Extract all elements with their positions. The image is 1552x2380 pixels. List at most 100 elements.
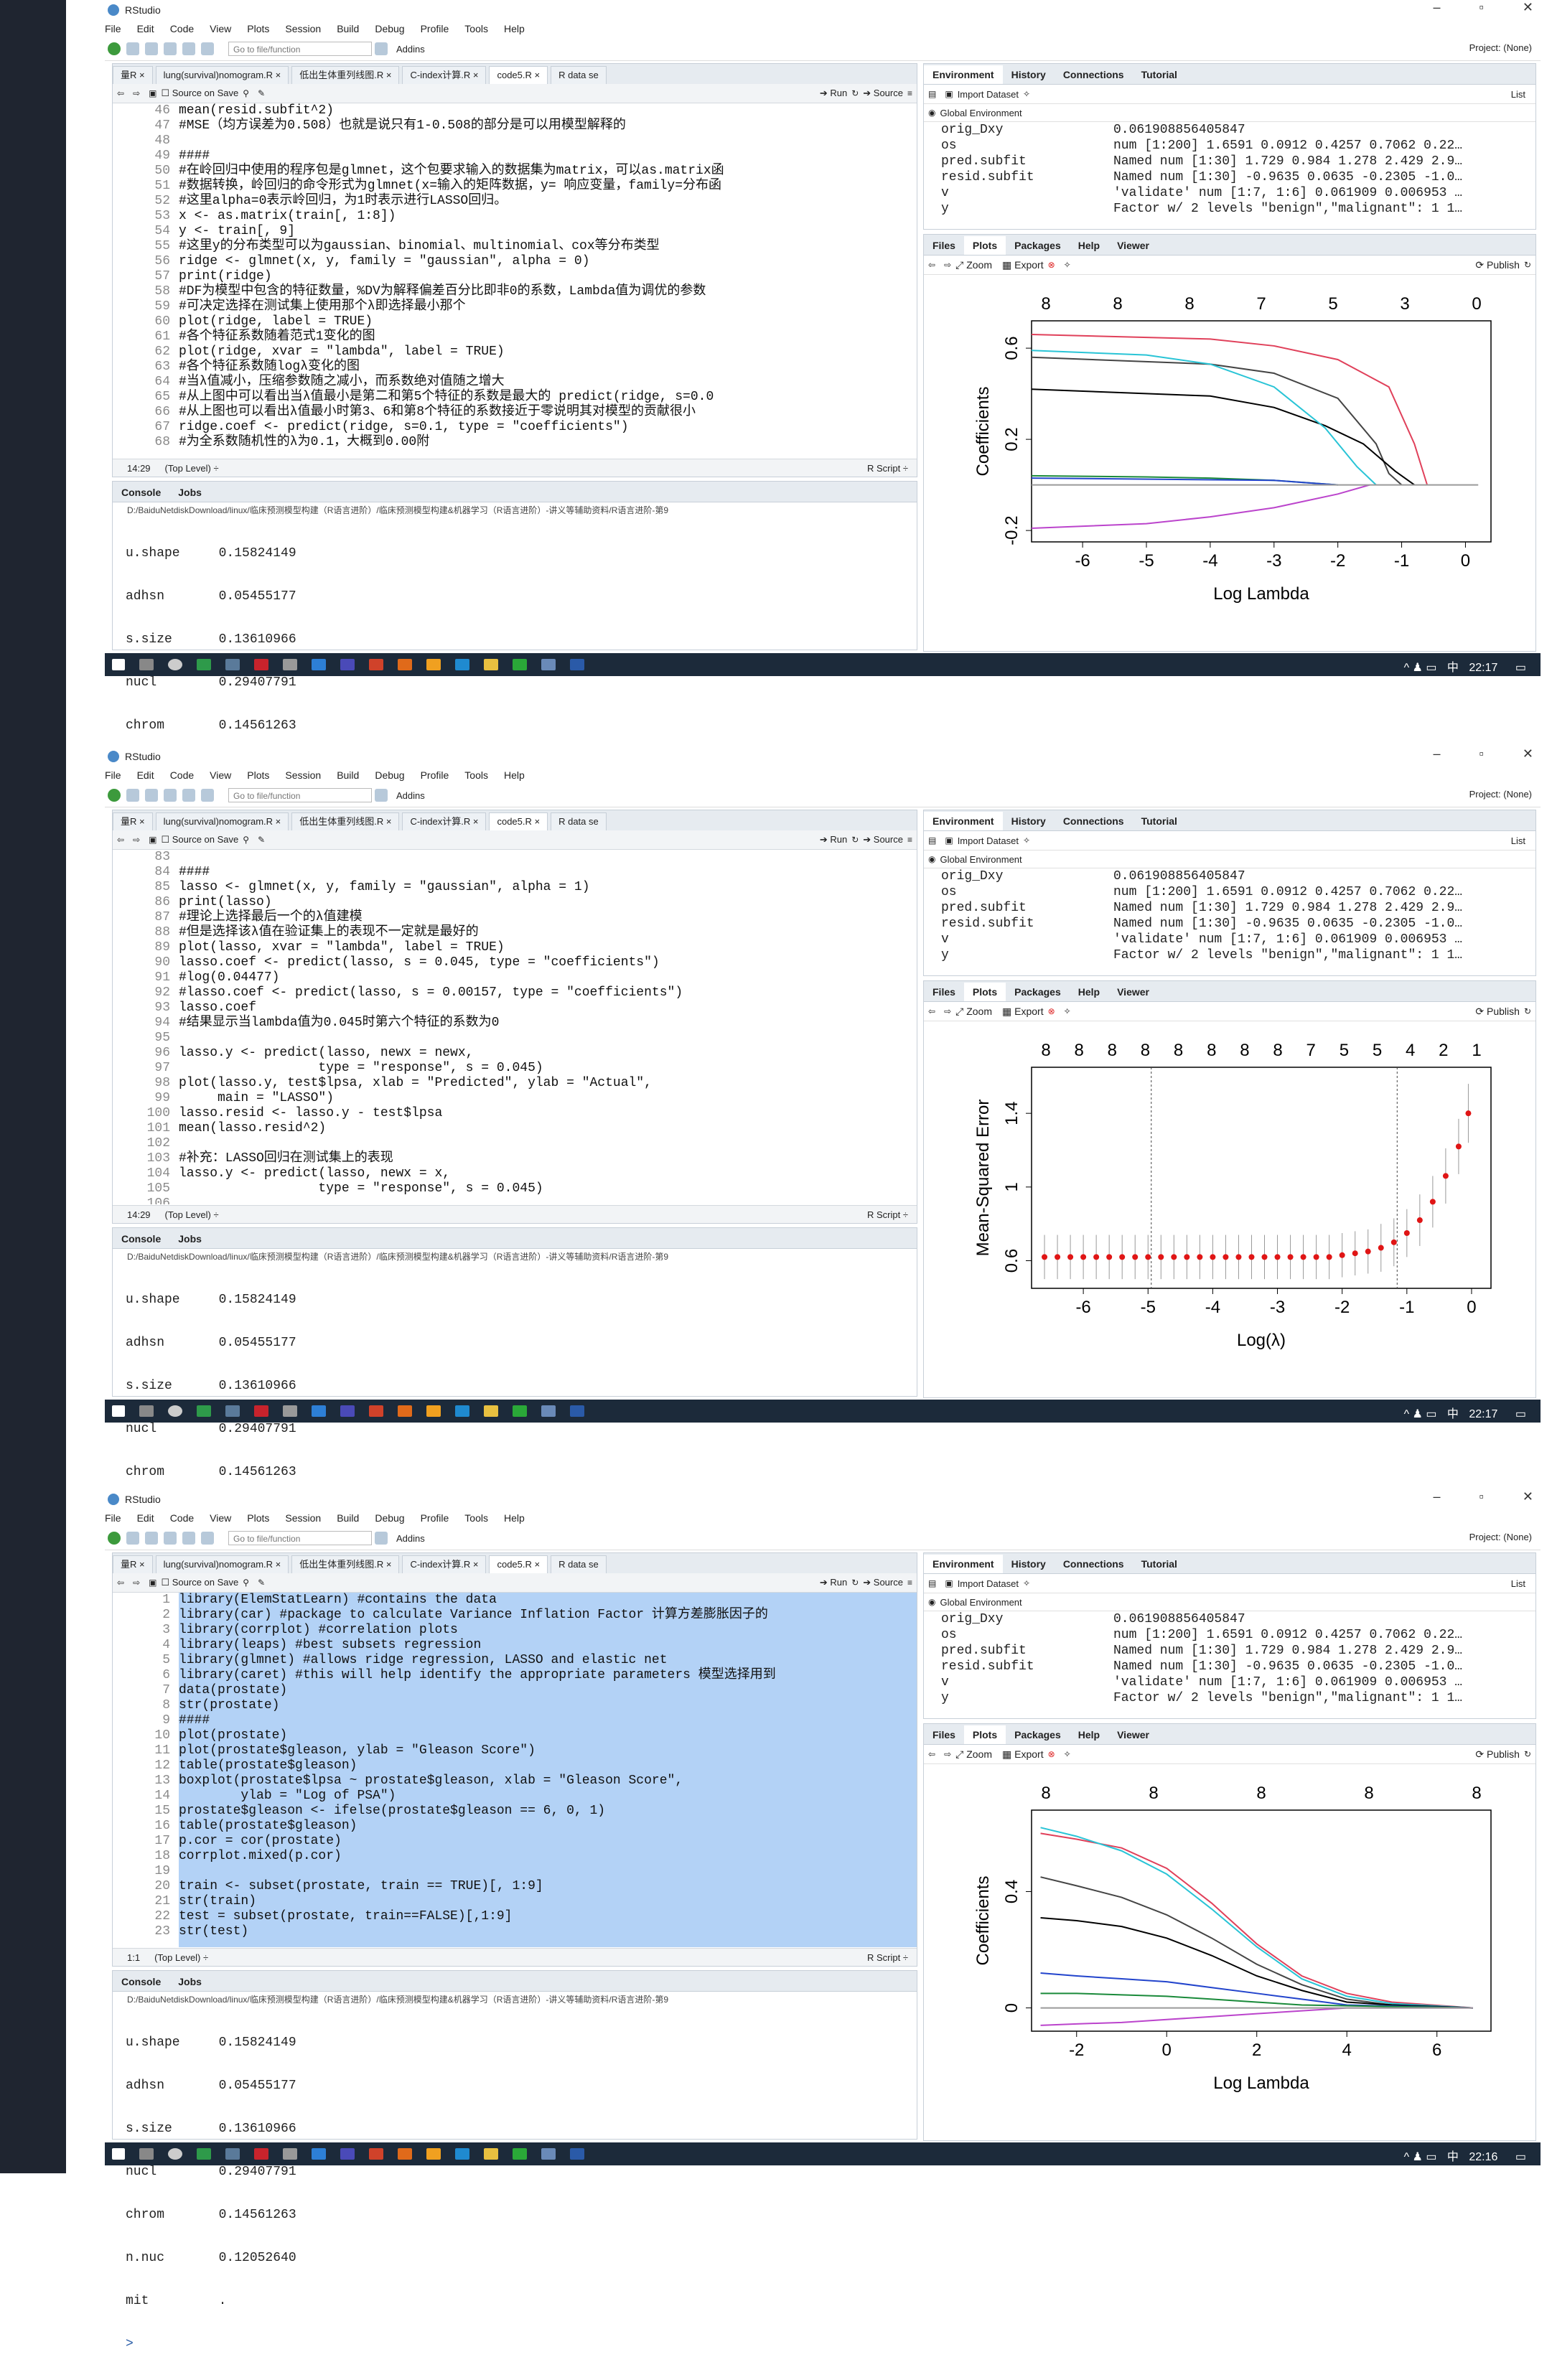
prev-plot-icon[interactable]: ⇦ xyxy=(928,1749,935,1759)
excel-icon[interactable] xyxy=(197,2148,211,2160)
app-icon[interactable] xyxy=(340,2148,355,2160)
remove-plot-icon[interactable]: ⊗ xyxy=(1048,260,1055,270)
clock[interactable]: 22:17 xyxy=(1469,1408,1497,1420)
run-button[interactable]: ➔ Run xyxy=(820,88,847,99)
app-icon[interactable] xyxy=(312,2148,326,2160)
restore-button[interactable]: ▫ xyxy=(1479,1489,1484,1504)
tab-file-4[interactable]: C-index计算.R × xyxy=(402,1555,487,1573)
menu-edit[interactable]: Edit xyxy=(137,1512,154,1524)
new-project-icon[interactable] xyxy=(126,1532,139,1545)
clear-plots-icon[interactable]: ✧ xyxy=(1064,1006,1071,1016)
environment-selector[interactable]: ◉ Global Environment xyxy=(924,851,1535,868)
import-dataset-button[interactable]: Import Dataset xyxy=(958,89,1019,100)
next-plot-icon[interactable]: ⇨ xyxy=(944,1006,951,1016)
import-dataset-button[interactable]: Import Dataset xyxy=(958,835,1019,846)
env-row[interactable]: v 'validate' num [1:7, 1:6] 0.061909 0.00… xyxy=(924,185,1535,201)
tab-file-1[interactable]: 量R × xyxy=(113,812,153,830)
tab-file-6[interactable]: R data se xyxy=(551,1555,607,1573)
menu-plots[interactable]: Plots xyxy=(247,23,269,34)
source-button[interactable]: ➔ Source xyxy=(863,1577,903,1588)
export-button[interactable]: ▦ Export xyxy=(1002,1006,1044,1018)
ime-indicator[interactable]: 中 xyxy=(1447,1408,1459,1420)
menu-edit[interactable]: Edit xyxy=(137,769,154,781)
source-button[interactable]: ➔ Source xyxy=(863,88,903,99)
scope-level[interactable]: (Top Level) ÷ xyxy=(154,1952,208,1963)
word-icon[interactable] xyxy=(570,1405,584,1417)
pdf-icon[interactable] xyxy=(254,659,268,670)
run-button[interactable]: ➔ Run xyxy=(820,1577,847,1588)
load-workspace-icon[interactable]: ▤ xyxy=(928,835,936,845)
save-icon[interactable] xyxy=(164,1532,177,1545)
env-row[interactable]: resid.subfit Named num [1:30] -0.9635 0.0… xyxy=(924,916,1535,932)
tab-file-3[interactable]: 低出生体重列线图.R × xyxy=(291,1555,400,1573)
export-button[interactable]: ▦ Export xyxy=(1002,1748,1044,1761)
menu-file[interactable]: File xyxy=(105,23,121,34)
tab-console[interactable]: Console xyxy=(113,1972,169,1991)
code-editor[interactable]: 46 mean(resid.subfit^2) 47 #MSE（均方误差为0.508）… xyxy=(113,103,917,458)
back-arrow-icon[interactable]: ⇦ xyxy=(117,1578,124,1588)
back-arrow-icon[interactable]: ⇦ xyxy=(117,88,124,98)
tab-packages[interactable]: Packages xyxy=(1006,1725,1070,1744)
grid-icon[interactable] xyxy=(375,789,388,802)
new-file-icon[interactable] xyxy=(108,789,121,802)
tab-file-3[interactable]: 低出生体重列线图.R × xyxy=(291,66,400,84)
wechat-icon[interactable] xyxy=(513,2148,527,2160)
save-workspace-icon[interactable]: ▣ xyxy=(945,1578,953,1588)
env-row[interactable]: pred.subfit Named num [1:30] 1.729 0.984 … xyxy=(924,154,1535,169)
tab-file-4[interactable]: C-index计算.R × xyxy=(402,812,487,830)
env-row[interactable]: orig_Dxy 0.061908856405847 xyxy=(924,122,1535,138)
menu-profile[interactable]: Profile xyxy=(421,1512,449,1524)
menu-session[interactable]: Session xyxy=(285,1512,321,1524)
menu-debug[interactable]: Debug xyxy=(375,769,404,781)
publish-button[interactable]: ⟳ Publish xyxy=(1475,1748,1520,1761)
menu-code[interactable]: Code xyxy=(170,1512,194,1524)
source-on-save-checkbox[interactable]: ☐ Source on Save xyxy=(161,834,238,845)
save-workspace-icon[interactable]: ▣ xyxy=(945,89,953,99)
tab-packages[interactable]: Packages xyxy=(1006,983,1070,1001)
menu-plots[interactable]: Plots xyxy=(247,1512,269,1524)
outline-icon[interactable]: ≡ xyxy=(907,88,912,98)
minimize-button[interactable]: – xyxy=(1434,1489,1441,1504)
tab-help[interactable]: Help xyxy=(1070,983,1108,1001)
rstudio-taskbar-icon[interactable] xyxy=(541,659,556,670)
addins-menu[interactable]: Addins xyxy=(396,1533,425,1544)
tab-viewer[interactable]: Viewer xyxy=(1108,983,1158,1001)
load-workspace-icon[interactable]: ▤ xyxy=(928,89,936,99)
addins-menu[interactable]: Addins xyxy=(396,790,425,801)
app-icon[interactable] xyxy=(225,2148,240,2160)
edge-icon[interactable] xyxy=(455,2148,469,2160)
addins-menu[interactable]: Addins xyxy=(396,44,425,55)
pdf-icon[interactable] xyxy=(254,2148,268,2160)
tab-help[interactable]: Help xyxy=(1070,236,1108,255)
start-icon[interactable] xyxy=(112,2148,125,2160)
powerpoint-icon[interactable] xyxy=(369,659,383,670)
clock[interactable]: 22:17 xyxy=(1469,662,1497,674)
open-file-icon[interactable] xyxy=(145,42,158,55)
console-prompt[interactable]: > xyxy=(126,2337,917,2351)
menu-debug[interactable]: Debug xyxy=(375,1512,404,1524)
menu-view[interactable]: View xyxy=(210,1512,231,1524)
scope-level[interactable]: (Top Level) ÷ xyxy=(165,1209,219,1220)
go-to-file-input[interactable]: Go to file/function xyxy=(228,1531,372,1545)
refresh-icon[interactable]: ↻ xyxy=(1524,260,1531,270)
app-icon[interactable] xyxy=(312,1405,326,1417)
save-all-icon[interactable] xyxy=(182,1532,195,1545)
search-icon[interactable] xyxy=(139,1405,154,1417)
rerun-icon[interactable]: ↻ xyxy=(851,1578,859,1588)
save-all-icon[interactable] xyxy=(182,789,195,802)
project-menu[interactable]: Project: (None) xyxy=(1469,789,1532,800)
forward-arrow-icon[interactable]: ⇨ xyxy=(133,835,140,845)
forward-arrow-icon[interactable]: ⇨ xyxy=(133,1578,140,1588)
tab-jobs[interactable]: Jobs xyxy=(169,1972,210,1991)
excel-icon[interactable] xyxy=(197,1405,211,1417)
settings-icon[interactable] xyxy=(283,659,297,670)
tab-tutorial[interactable]: Tutorial xyxy=(1133,812,1186,830)
clear-plots-icon[interactable]: ✧ xyxy=(1064,1749,1071,1759)
tab-environment[interactable]: Environment xyxy=(924,65,1003,84)
menu-view[interactable]: View xyxy=(210,23,231,34)
list-view-button[interactable]: List xyxy=(1511,1578,1525,1589)
menu-session[interactable]: Session xyxy=(285,23,321,34)
rerun-icon[interactable]: ↻ xyxy=(851,835,859,845)
word-icon[interactable] xyxy=(570,659,584,670)
tab-environment[interactable]: Environment xyxy=(924,812,1003,830)
